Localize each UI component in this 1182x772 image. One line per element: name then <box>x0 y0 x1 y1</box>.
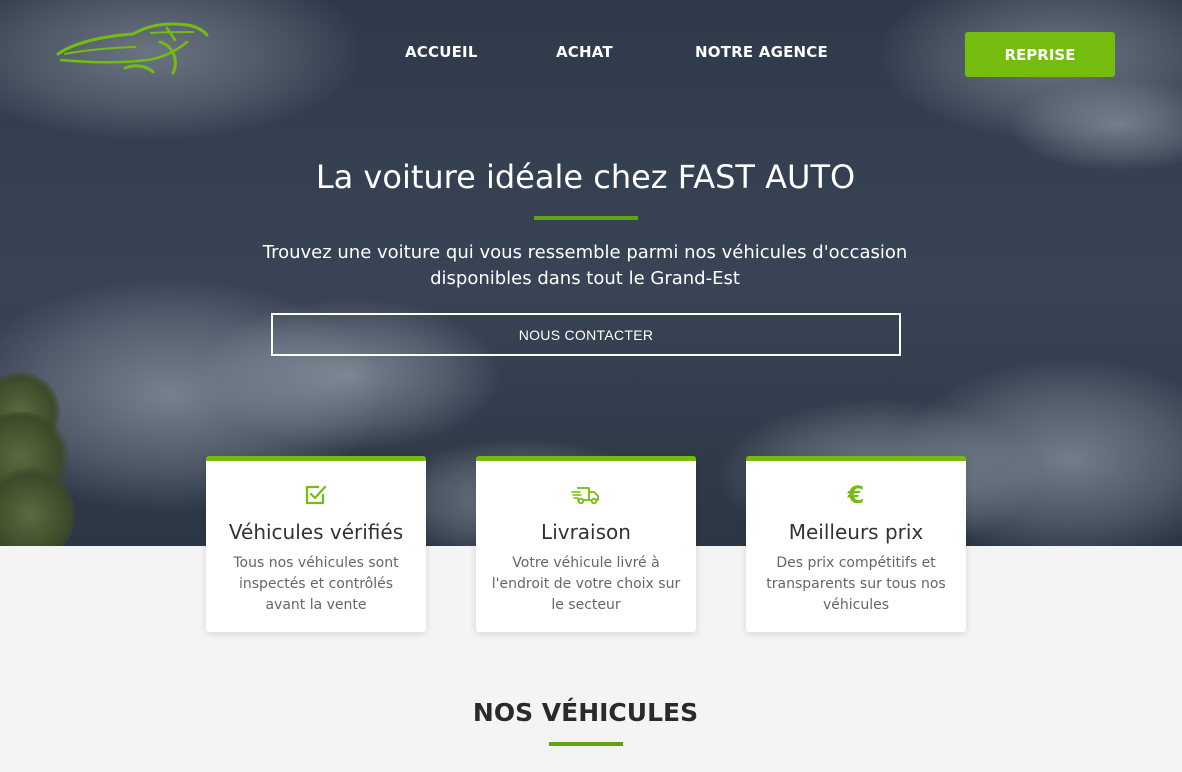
section-title-divider <box>549 742 623 746</box>
feature-title: Meilleurs prix <box>788 520 924 544</box>
hero-title-divider <box>534 216 638 220</box>
checkbox-icon <box>301 481 331 509</box>
delivery-truck-icon <box>571 481 601 509</box>
car-logo-icon <box>56 22 209 75</box>
tree-silhouette <box>0 372 80 546</box>
section-title-vehicles: NOS VÉHICULES <box>472 698 699 727</box>
feature-title: Livraison <box>541 520 631 544</box>
feature-text: Tous nos véhicules sont inspectés et con… <box>233 555 399 613</box>
nav-link-notre-agence[interactable]: NOTRE AGENCE <box>695 42 828 62</box>
feature-title: Véhicules vérifiés <box>228 520 404 544</box>
feature-text: Votre véhicule livré à l'endroit de votr… <box>491 555 681 613</box>
contact-button[interactable]: NOUS CONTACTER <box>271 313 901 356</box>
car-logo[interactable] <box>55 20 210 78</box>
nav-link-accueil[interactable]: ACCUEIL <box>405 42 478 62</box>
feature-card-verified: Véhicules vérifiés Tous nos véhicules so… <box>206 456 426 632</box>
feature-text: Des prix compétitifs et transparents sur… <box>766 555 946 613</box>
hero-title: La voiture idéale chez FAST AUTO <box>315 158 856 196</box>
feature-card-delivery: Livraison Votre véhicule livré à l'endro… <box>476 456 696 632</box>
hero-subtitle: Trouvez une voiture qui vous ressemble p… <box>262 242 908 289</box>
feature-card-price: € Meilleurs prix Des prix compétitifs et… <box>746 456 966 632</box>
nav-link-achat[interactable]: ACHAT <box>556 42 613 62</box>
euro-icon: € <box>847 481 865 509</box>
reprise-button[interactable]: REPRISE <box>965 32 1115 77</box>
